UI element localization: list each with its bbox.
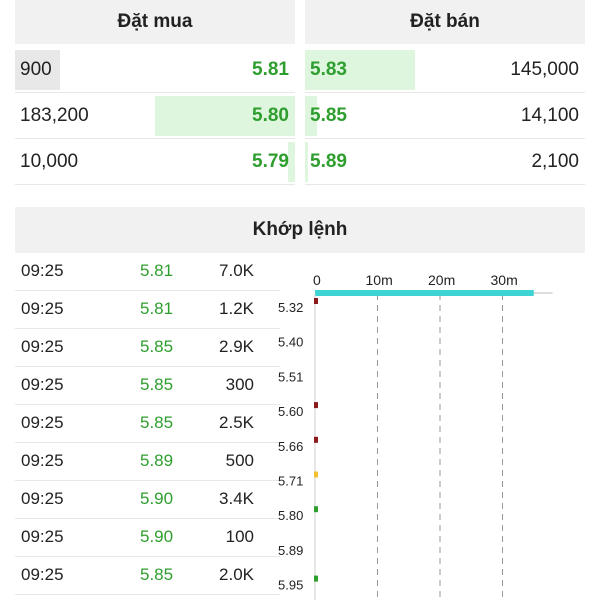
trade-row[interactable]: 09:25 5.85 300 [15, 366, 280, 405]
trade-time: 09:25 [21, 565, 64, 584]
trade-volume: 1.2K [219, 299, 254, 318]
trade-time: 09:25 [21, 299, 64, 318]
buy-row[interactable]: 900 5.81 [15, 48, 295, 93]
trade-time: 09:25 [21, 375, 64, 394]
trade-time: 09:25 [21, 489, 64, 508]
buy-qty: 183,200 [20, 105, 89, 126]
trade-price: 5.90 [140, 527, 174, 546]
buy-header: Đặt mua [15, 0, 295, 44]
y-tick-label: 5.60 [278, 404, 303, 419]
trade-volume: 2.9K [219, 337, 254, 356]
trade-volume: 100 [225, 527, 254, 546]
sell-row[interactable]: 5.83 145,000 [305, 48, 585, 93]
trade-row[interactable]: 09:25 5.89 500 [15, 442, 280, 481]
trade-price: 5.85 [140, 413, 174, 432]
trade-time: 09:25 [21, 337, 64, 356]
sell-header: Đặt bán [305, 0, 585, 44]
trade-row[interactable]: 09:25 5.90 3.4K [15, 480, 280, 519]
trade-volume: 3.4K [219, 489, 254, 508]
trade-time: 09:25 [21, 413, 64, 432]
trade-volume: 2.0K [219, 565, 254, 584]
buy-qty: 900 [20, 59, 52, 80]
sell-qty: 14,100 [520, 105, 579, 126]
x-tick-label: 0 [313, 272, 321, 288]
trade-volume: 300 [225, 375, 254, 394]
y-tick-label: 5.71 [278, 474, 303, 489]
trade-row[interactable]: 09:25 5.90 100 [15, 518, 280, 557]
sell-price: 5.83 [310, 59, 347, 80]
volume-by-price-chart: 0 10m 20m 30m 5.32 5.40 5.51 5.60 5.66 5.71 5.80 5.… [278, 272, 553, 600]
buy-price: 5.79 [252, 151, 289, 172]
sell-qty: 2,100 [531, 151, 579, 172]
sell-row[interactable]: 5.85 14,100 [305, 94, 585, 139]
trade-price: 5.81 [140, 261, 174, 280]
x-tick-label: 30m [491, 272, 518, 288]
trade-volume: 2.5K [219, 413, 254, 432]
sell-price: 5.89 [310, 151, 347, 172]
y-tick-label: 5.32 [278, 300, 303, 315]
buy-depth-bar [288, 142, 295, 182]
sell-row[interactable]: 5.89 2,100 [305, 140, 585, 185]
price-marker [314, 506, 318, 513]
sell-qty: 145,000 [510, 59, 579, 80]
x-tick-label: 10m [366, 272, 393, 288]
trade-time: 09:25 [21, 527, 64, 546]
y-tick-label: 5.66 [278, 439, 303, 454]
y-tick-label: 5.89 [278, 543, 303, 558]
sell-depth-bar [305, 142, 308, 182]
trade-price: 5.90 [140, 489, 174, 508]
trade-price: 5.85 [140, 337, 174, 356]
price-marker [314, 402, 318, 409]
buy-row[interactable]: 10,000 5.79 [15, 140, 295, 185]
y-tick-label: 5.95 [278, 578, 303, 593]
trade-time: 09:25 [21, 261, 64, 280]
x-tick-label: 20m [428, 272, 455, 288]
trade-price: 5.89 [140, 451, 174, 470]
trade-row[interactable]: 09:25 5.81 7.0K [15, 252, 280, 291]
price-marker [314, 575, 318, 582]
trade-row[interactable]: 09:25 5.85 2.5K [15, 404, 280, 443]
y-tick-label: 5.80 [278, 508, 303, 523]
buy-price: 5.80 [252, 105, 289, 126]
matched-orders-header: Khớp lệnh [15, 207, 585, 253]
trade-volume: 7.0K [219, 261, 254, 280]
buy-qty: 10,000 [20, 151, 79, 172]
trade-price: 5.81 [140, 299, 174, 318]
y-tick-label: 5.40 [278, 335, 303, 350]
trade-volume: 500 [225, 451, 254, 470]
volume-bar [315, 290, 534, 296]
buy-row[interactable]: 183,200 5.80 [15, 94, 295, 139]
trade-row[interactable]: 09:25 5.85 2.9K [15, 328, 280, 367]
trade-price: 5.85 [140, 565, 174, 584]
buy-price: 5.81 [252, 59, 289, 80]
trade-price: 5.85 [140, 375, 174, 394]
trade-time: 09:25 [21, 451, 64, 470]
price-marker [314, 436, 318, 443]
y-tick-label: 5.51 [278, 369, 303, 384]
trade-row[interactable]: 09:25 5.81 1.2K [15, 290, 280, 329]
price-marker [314, 298, 318, 304]
trade-row[interactable]: 09:25 5.85 2.0K [15, 556, 280, 595]
price-marker [314, 471, 318, 478]
sell-price: 5.85 [310, 105, 347, 126]
